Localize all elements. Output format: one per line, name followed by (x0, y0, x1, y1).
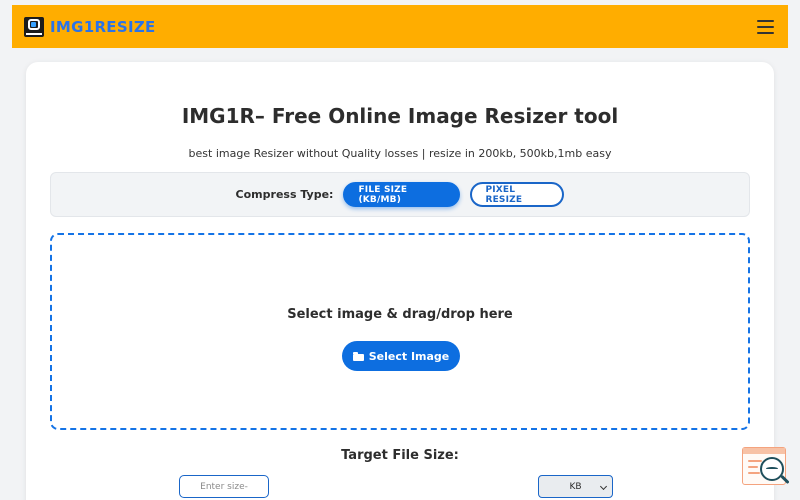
pixel-resize-option-button[interactable]: PIXEL RESIZE (470, 182, 565, 207)
brand-name: IMG1RESIZE (50, 17, 156, 36)
target-file-size-label: Target File Size: (341, 448, 459, 463)
select-image-button[interactable]: Select Image (342, 341, 460, 371)
unit-select-value: KB (569, 481, 582, 492)
page-title: IMG1R– Free Online Image Resizer tool (181, 104, 619, 128)
file-size-option-button[interactable]: FILE SIZE (KB/MB) (343, 182, 461, 207)
top-navbar: IMG1RESIZE (12, 5, 788, 48)
resizer-card: IMG1R– Free Online Image Resizer tool be… (26, 62, 774, 500)
folder-open-icon (352, 352, 364, 361)
img1resize-logo-icon (24, 16, 44, 37)
image-dropzone[interactable]: Select image & drag/drop here Select Ima… (50, 233, 750, 430)
page-subtitle: best image Resizer without Quality losse… (188, 147, 612, 160)
dropzone-text: Select image & drag/drop here (287, 307, 513, 322)
unit-select[interactable]: KB (538, 475, 613, 498)
target-size-input[interactable] (179, 475, 269, 498)
select-image-label: Select Image (368, 349, 450, 363)
chevron-down-icon (599, 482, 608, 491)
compress-type-label: Compress Type: (235, 188, 334, 201)
brand-link[interactable]: IMG1RESIZE (24, 16, 156, 37)
hamburger-icon[interactable] (757, 19, 774, 34)
compress-type-bar: Compress Type: FILE SIZE (KB/MB) PIXEL R… (50, 172, 750, 217)
document-search-icon[interactable] (740, 445, 790, 490)
